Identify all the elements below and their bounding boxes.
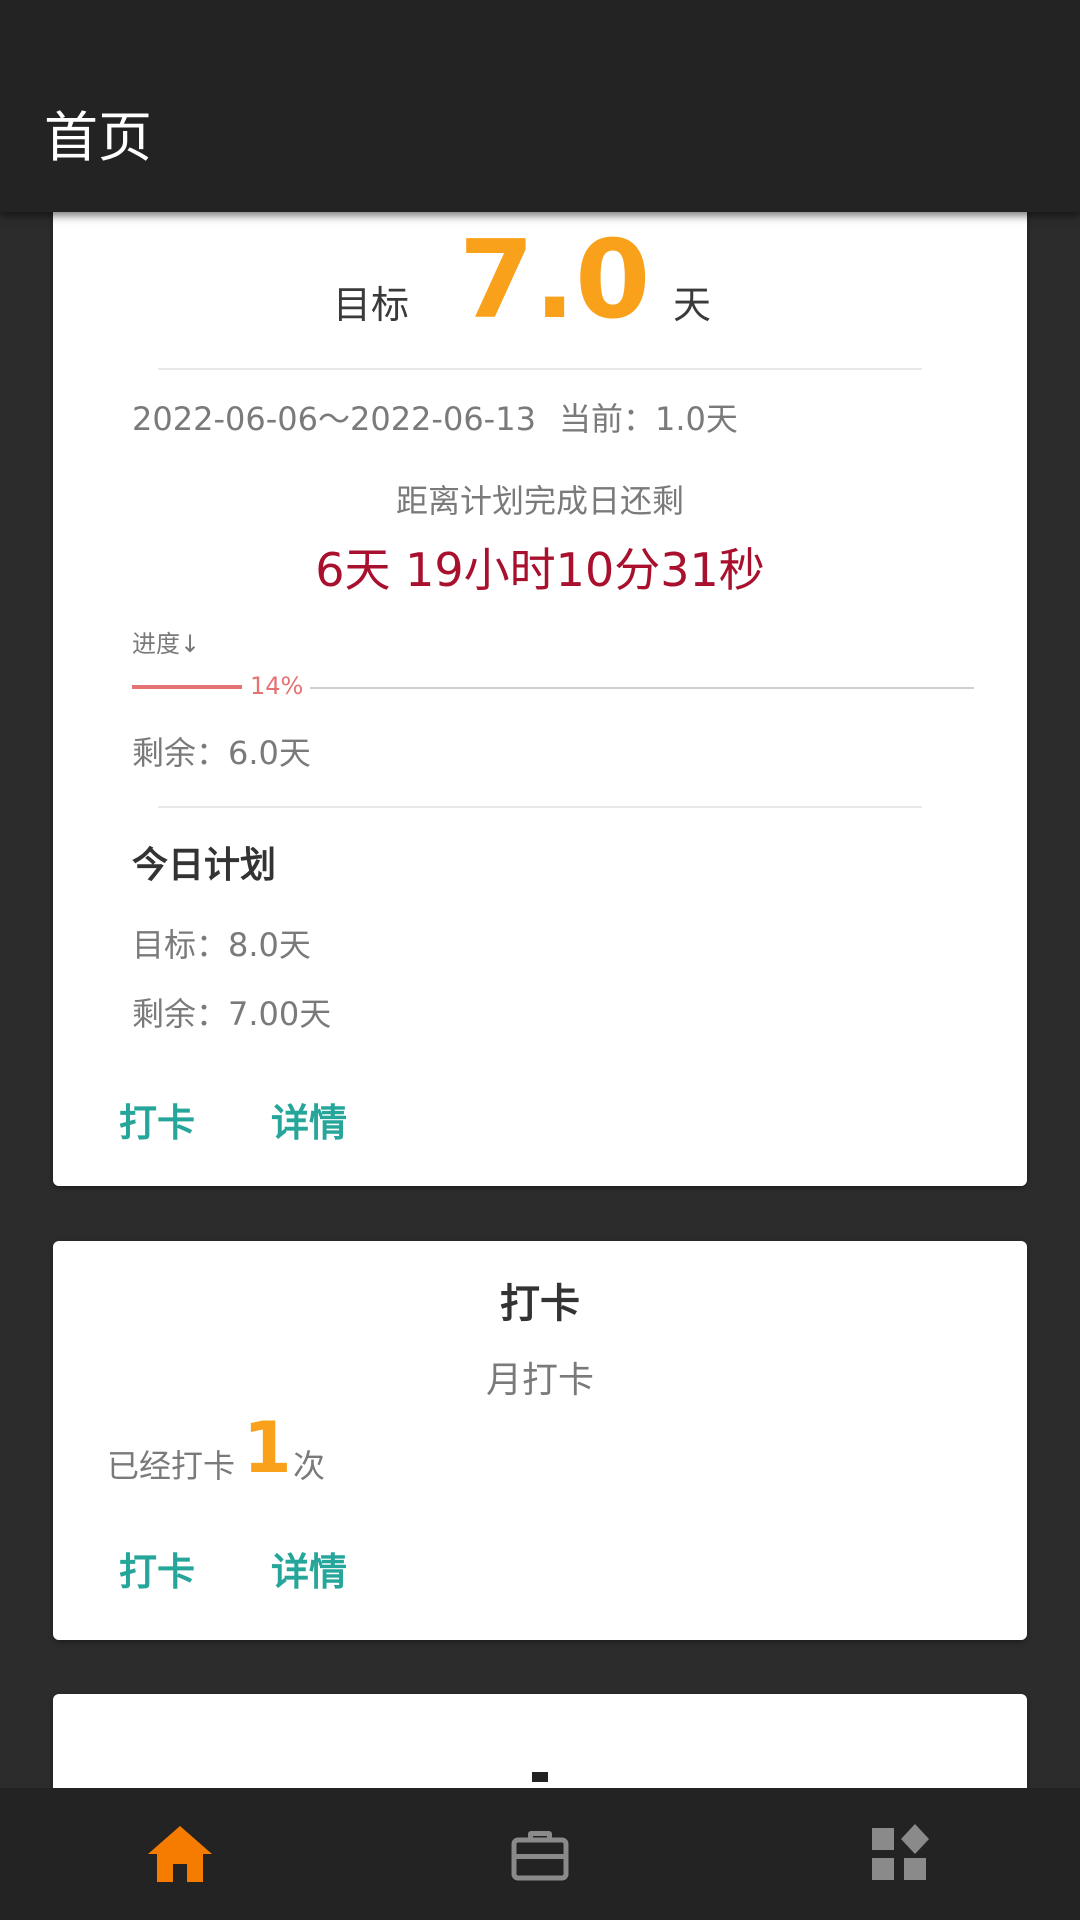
widgets-icon bbox=[872, 1824, 929, 1880]
nav-work[interactable] bbox=[360, 1788, 720, 1920]
goal-card: 目标 7.0 天 2022-06-06～2022-06-13 当前：1.0天 距… bbox=[53, 212, 1027, 1186]
partial-content bbox=[532, 1772, 548, 1782]
home-icon bbox=[148, 1826, 212, 1882]
third-card bbox=[53, 1694, 1027, 1788]
content-scroll[interactable]: 目标 7.0 天 2022-06-06～2022-06-13 当前：1.0天 距… bbox=[0, 212, 1080, 1788]
checkin-count-suffix: 次 bbox=[293, 1447, 326, 1485]
checkin-count-value: 1 bbox=[243, 1407, 292, 1489]
nav-home[interactable] bbox=[0, 1788, 360, 1920]
checkin-count-prefix: 已经打卡 bbox=[107, 1447, 236, 1485]
bottom-navigation bbox=[0, 1788, 1080, 1920]
progress-label: 进度↓ bbox=[132, 630, 201, 658]
page-title: 首页 bbox=[44, 106, 152, 169]
goal-value: 7.0 bbox=[459, 218, 651, 343]
progress-fill bbox=[132, 685, 242, 689]
date-range: 2022-06-06～2022-06-13 bbox=[132, 400, 536, 438]
goal-label: 目标 bbox=[333, 283, 410, 327]
checkin-card-subtitle: 月打卡 bbox=[485, 1360, 594, 1401]
nav-widgets[interactable] bbox=[720, 1788, 1080, 1920]
progress-percent: 14% bbox=[250, 672, 304, 700]
countdown-value: 6天 19小时10分31秒 bbox=[315, 543, 765, 597]
divider bbox=[158, 368, 922, 370]
checkin-card: 打卡 月打卡 已经打卡 1 次 打卡 详情 bbox=[53, 1241, 1027, 1640]
divider bbox=[158, 806, 922, 808]
details-button[interactable]: 详情 bbox=[271, 1092, 347, 1147]
briefcase-icon bbox=[511, 1831, 569, 1881]
goal-unit: 天 bbox=[673, 283, 712, 327]
countdown-label: 距离计划完成日还剩 bbox=[395, 482, 684, 520]
checkin-card-title: 打卡 bbox=[500, 1281, 580, 1327]
app-bar: 首页 bbox=[0, 0, 1080, 212]
today-remaining: 剩余：7.00天 bbox=[132, 995, 332, 1033]
current-progress: 当前：1.0天 bbox=[559, 400, 738, 438]
details-button[interactable]: 详情 bbox=[271, 1541, 347, 1596]
goal-header: 目标 7.0 天 bbox=[53, 226, 1027, 336]
today-plan-title: 今日计划 bbox=[132, 845, 277, 886]
today-goal: 目标：8.0天 bbox=[132, 926, 311, 964]
checkin-button[interactable]: 打卡 bbox=[119, 1541, 195, 1596]
remaining-days: 剩余：6.0天 bbox=[132, 734, 311, 772]
checkin-button[interactable]: 打卡 bbox=[119, 1092, 195, 1147]
